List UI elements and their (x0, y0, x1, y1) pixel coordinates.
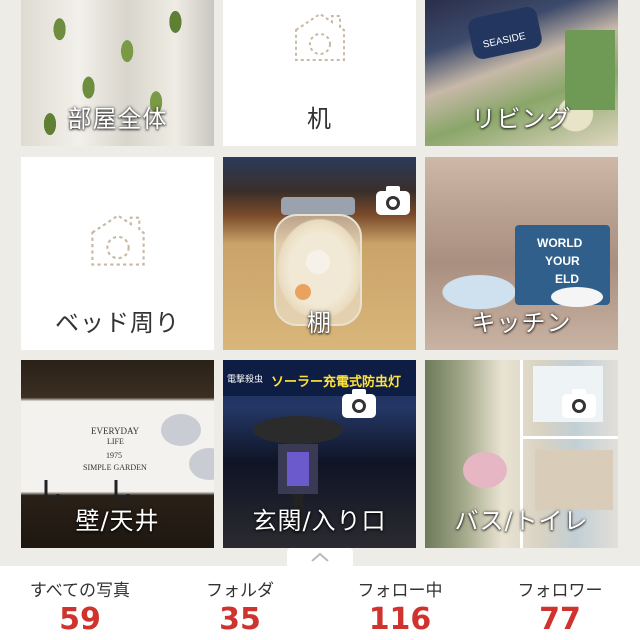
folder-tile-kitchen[interactable]: WORLD YOUR ELD キッチン (425, 157, 618, 350)
folder-label: リビング (471, 105, 572, 133)
folder-tile-wall-ceiling[interactable]: EVERYDAY LIFE 1975 SIMPLE GARDEN 壁/天井 (21, 360, 214, 548)
sign-text-1: WORLD (537, 236, 583, 250)
camera-icon (562, 389, 596, 418)
folder-tile-shelf[interactable]: 棚 (223, 157, 416, 350)
stat-all-photos[interactable]: すべての写真 59 (0, 566, 160, 640)
folder-label: キッチン (471, 309, 572, 337)
folder-label: 玄関/入り口 (252, 507, 387, 535)
folder-tile-bath-toilet[interactable]: バス/トイレ (425, 360, 618, 548)
folder-label: 机 (307, 105, 332, 133)
placeholder-camera-icon (294, 12, 345, 61)
folder-tile-entrance[interactable]: ソーラー充電式防虫灯 電撃殺虫 玄関/入り口 (223, 360, 416, 548)
product-side-text: 電撃殺虫 (227, 373, 263, 385)
folder-tile-living[interactable]: SEASIDE リビング (425, 0, 618, 146)
sign-text-3: ELD (555, 272, 579, 286)
stat-value: 116 (368, 602, 432, 637)
camera-icon (342, 389, 376, 418)
folder-tile-desk[interactable]: 机 (223, 0, 416, 146)
stat-value: 35 (219, 602, 261, 637)
chevron-up-icon (311, 552, 329, 562)
placeholder-camera-icon (90, 214, 145, 266)
stat-label: すべての写真 (29, 581, 131, 601)
stats-bar: すべての写真 59 フォルダ 35 フォロー中 116 フォロワー 77 (0, 566, 640, 640)
stat-label: フォルダ (206, 581, 274, 601)
folder-tile-bed[interactable]: ベッド周り (21, 157, 214, 350)
hook-board-text-3: SIMPLE GARDEN (83, 463, 147, 472)
sign-text-2: YOUR (545, 254, 580, 268)
stat-label: フォロー中 (357, 581, 443, 601)
stat-value: 59 (59, 602, 101, 637)
camera-icon (376, 186, 410, 215)
product-title: ソーラー充電式防虫灯 (271, 374, 401, 390)
stat-following[interactable]: フォロー中 116 (320, 566, 480, 640)
stat-label: フォロワー (517, 581, 603, 601)
hook-board-text-1: EVERYDAY (91, 426, 140, 436)
stat-followers[interactable]: フォロワー 77 (480, 566, 640, 640)
folder-label: 壁/天井 (75, 507, 160, 535)
folder-label: ベッド周り (55, 309, 180, 337)
folder-label: 部屋全体 (67, 105, 168, 133)
stat-value: 77 (539, 602, 581, 637)
folder-tile-room-overall[interactable]: 部屋全体 (21, 0, 214, 146)
stat-folders[interactable]: フォルダ 35 (160, 566, 320, 640)
hook-board-text-2: LIFE (107, 437, 124, 446)
hook-board-year: 1975 (106, 451, 122, 460)
folder-label: 棚 (307, 309, 332, 337)
folder-label: バス/トイレ (454, 507, 589, 535)
stats-panel-handle[interactable] (287, 548, 353, 566)
